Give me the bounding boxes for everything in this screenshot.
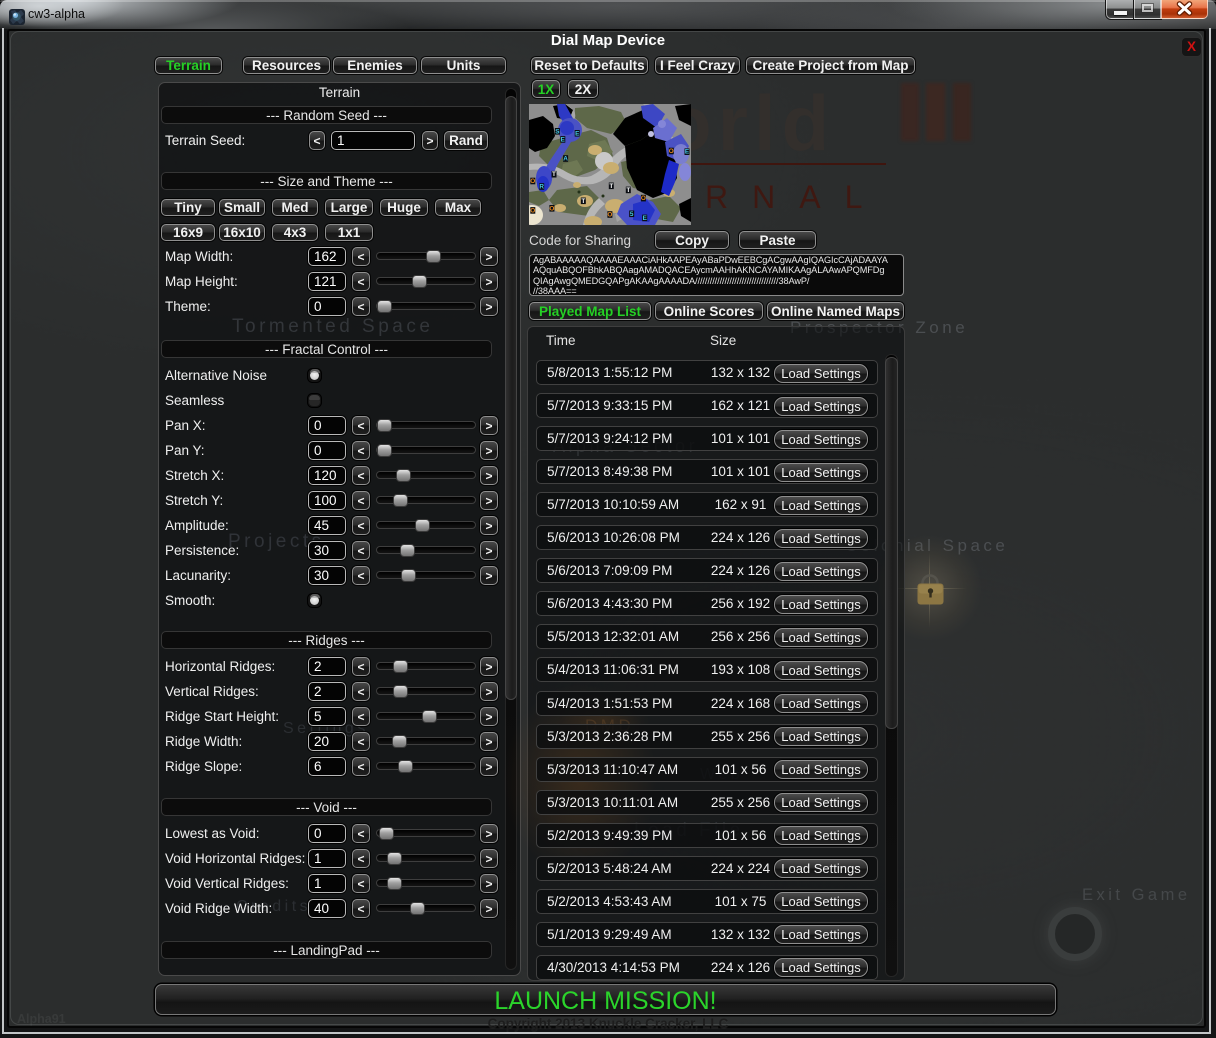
svg-text:T: T xyxy=(581,198,585,205)
svg-text:E: E xyxy=(685,149,690,156)
svg-text:5: 5 xyxy=(630,211,634,218)
svg-text:R: R xyxy=(539,184,544,191)
svg-text:O: O xyxy=(549,205,554,212)
svg-text:O: O xyxy=(530,207,535,214)
svg-text:T: T xyxy=(552,171,556,178)
svg-text:E: E xyxy=(643,215,648,222)
svg-text:A: A xyxy=(563,156,568,163)
svg-text:O: O xyxy=(669,148,674,155)
svg-text:S: S xyxy=(555,128,560,135)
svg-text:E: E xyxy=(561,136,566,143)
svg-text:O: O xyxy=(641,195,646,202)
svg-text:T: T xyxy=(609,183,613,190)
svg-text:T: T xyxy=(626,187,630,194)
svg-text:O: O xyxy=(530,178,535,185)
svg-text:E: E xyxy=(575,130,580,137)
svg-text:O: O xyxy=(607,212,612,219)
